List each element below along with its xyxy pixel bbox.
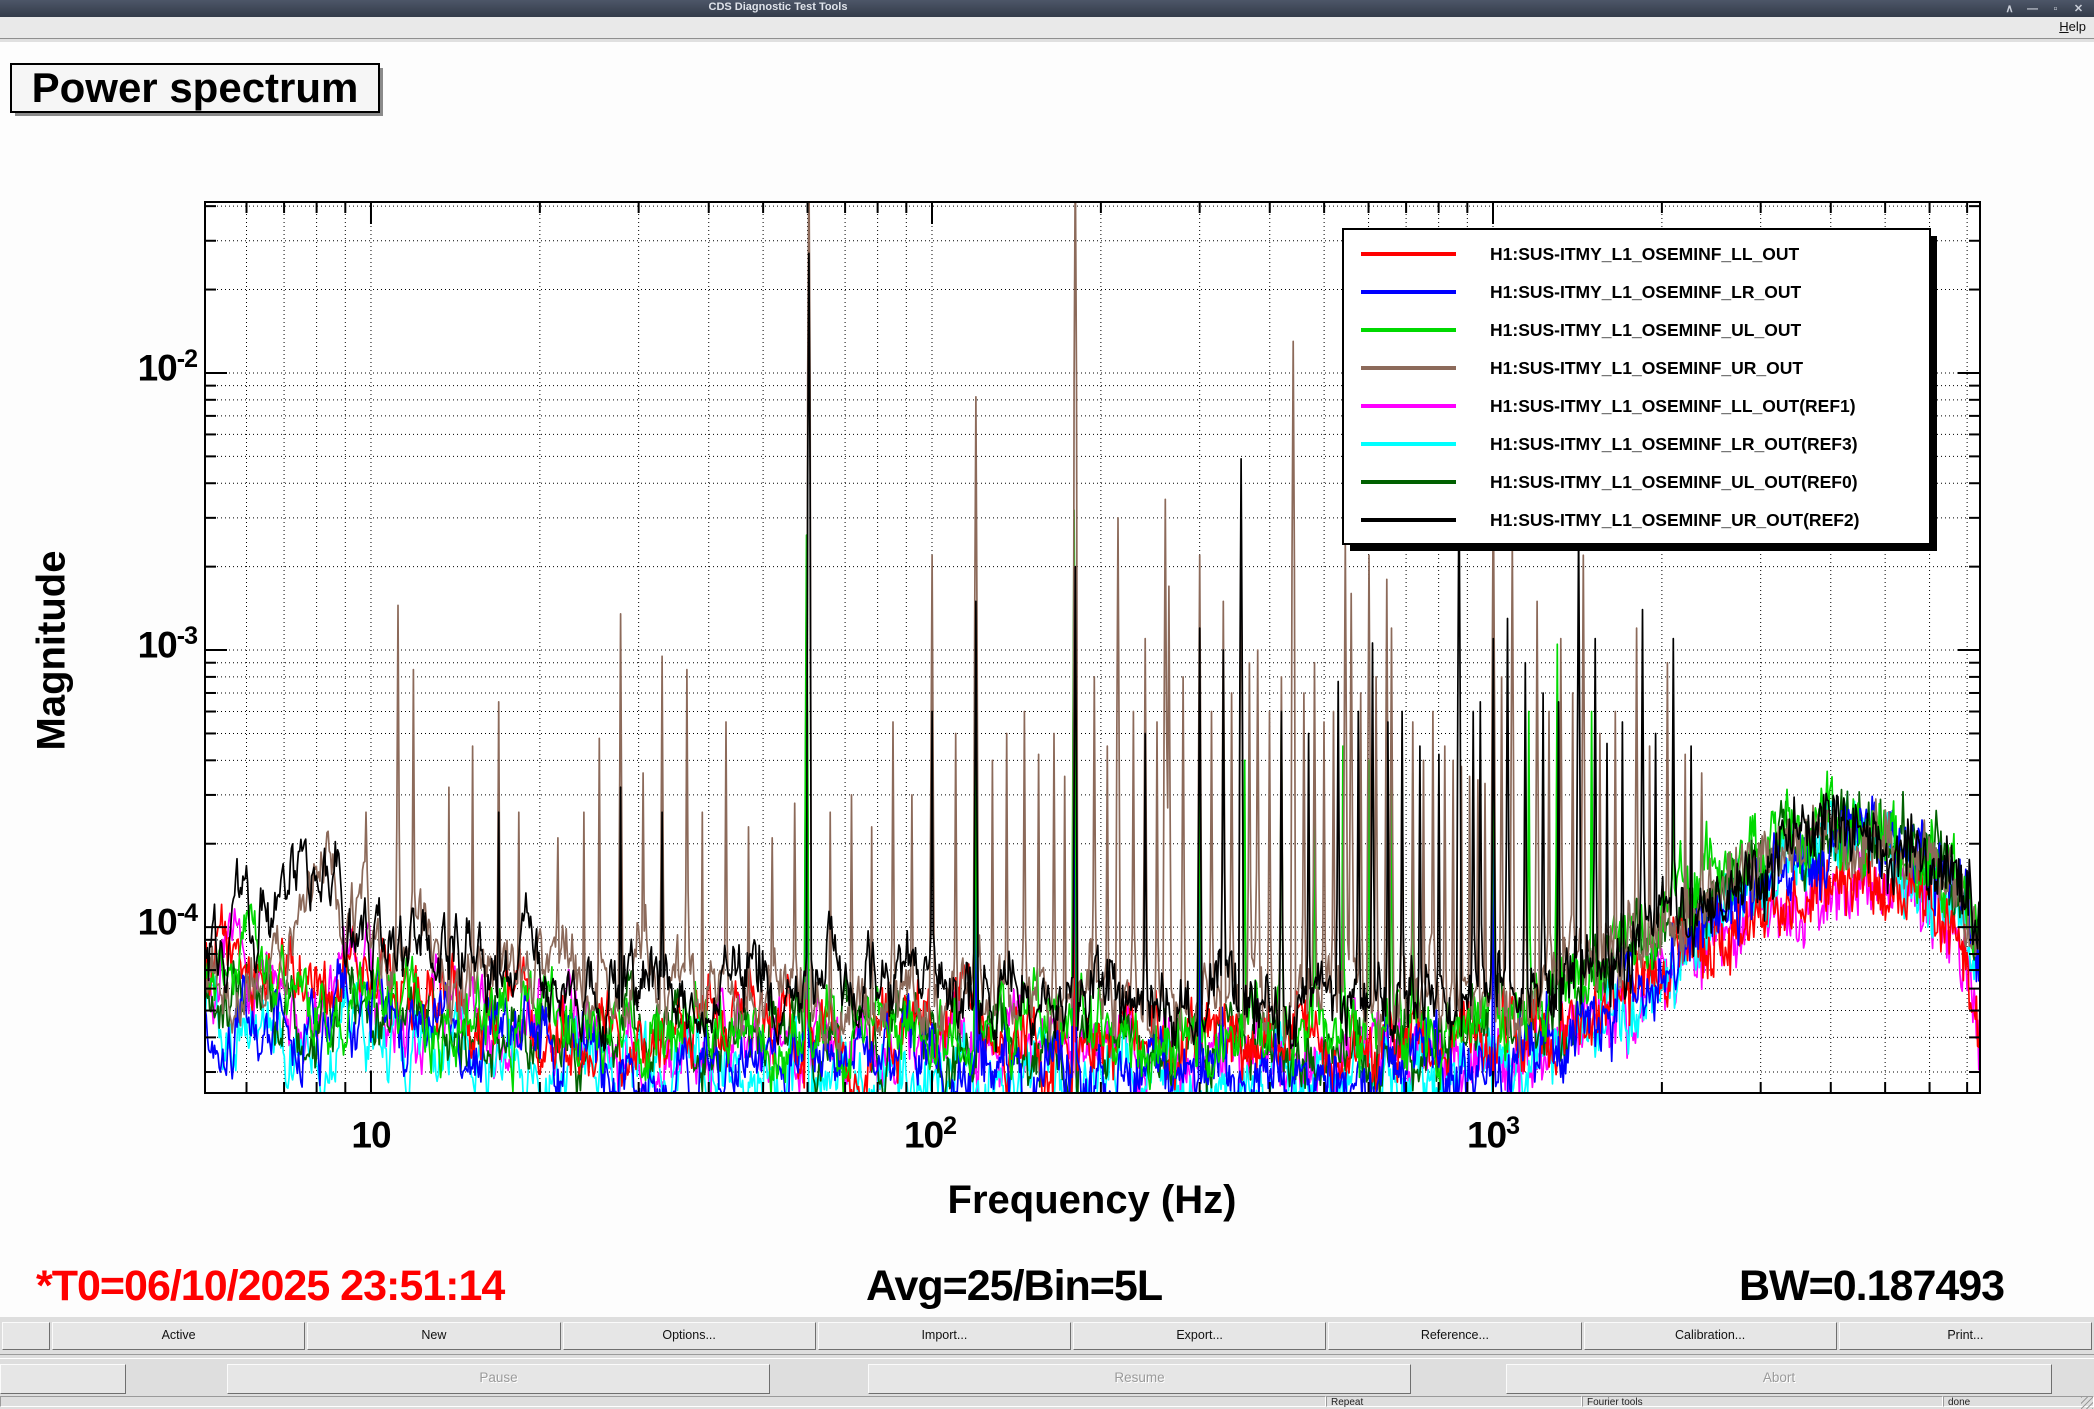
status-field-fourier-tools: Fourier tools: [1582, 1396, 1943, 1407]
legend-label: H1:SUS-ITMY_L1_OSEMINF_LL_OUT(REF1): [1490, 396, 1856, 417]
bottom-toolbar-area: ActiveNewOptions...Import...Export...Ref…: [0, 1317, 2094, 1409]
legend-label: H1:SUS-ITMY_L1_OSEMINF_UR_OUT: [1490, 358, 1803, 379]
bw-text: BW=0.187493: [1739, 1262, 2004, 1311]
x-tick-label-1000: 103: [1443, 1112, 1543, 1156]
legend-line-sample: [1361, 442, 1456, 446]
import-button[interactable]: Import...: [818, 1322, 1071, 1350]
legend-line-sample: [1361, 366, 1456, 370]
toolbar-spacer-button[interactable]: [2, 1322, 50, 1350]
legend-item[interactable]: H1:SUS-ITMY_L1_OSEMINF_UL_OUT: [1344, 311, 1929, 349]
avg-bin-text: Avg=25/Bin=5L: [866, 1262, 1162, 1311]
legend-label: H1:SUS-ITMY_L1_OSEMINF_LR_OUT(REF3): [1490, 434, 1858, 455]
calibration-button[interactable]: Calibration...: [1584, 1322, 1837, 1350]
legend-line-sample: [1361, 404, 1456, 408]
t0-timestamp: *T0=06/10/2025 23:51:14: [36, 1262, 504, 1311]
new-button[interactable]: New: [307, 1322, 560, 1350]
legend-item[interactable]: H1:SUS-ITMY_L1_OSEMINF_LR_OUT: [1344, 273, 1929, 311]
legend-item[interactable]: H1:SUS-ITMY_L1_OSEMINF_LL_OUT: [1344, 235, 1929, 273]
legend-item[interactable]: H1:SUS-ITMY_L1_OSEMINF_UL_OUT(REF0): [1344, 463, 1929, 501]
y-tick-label-1e-2: 10-2: [57, 345, 197, 389]
legend-item[interactable]: H1:SUS-ITMY_L1_OSEMINF_UR_OUT(REF2): [1344, 501, 1929, 539]
x-tick-label-100: 102: [880, 1112, 980, 1156]
pause-button[interactable]: Pause: [227, 1364, 770, 1394]
resume-button[interactable]: Resume: [868, 1364, 1411, 1394]
legend-line-sample: [1361, 290, 1456, 294]
legend-line-sample: [1361, 328, 1456, 332]
status-field-empty: [0, 1396, 1326, 1407]
legend-label: H1:SUS-ITMY_L1_OSEMINF_UL_OUT: [1490, 320, 1801, 341]
y-tick-label-1e-3: 10-3: [57, 622, 197, 666]
status-field-repeat: Repeat: [1326, 1396, 1582, 1407]
plot-canvas[interactable]: Power spectrum 10-2 10-3 10-4 10 102 103…: [0, 42, 2094, 1317]
plot-title-box: Power spectrum: [10, 63, 380, 113]
legend-line-sample: [1361, 480, 1456, 484]
legend-label: H1:SUS-ITMY_L1_OSEMINF_UR_OUT(REF2): [1490, 510, 1860, 531]
y-axis-title: Magnitude: [30, 431, 75, 871]
status-field-done: done: [1943, 1396, 2094, 1407]
export-button[interactable]: Export...: [1073, 1322, 1326, 1350]
options-button[interactable]: Options...: [563, 1322, 816, 1350]
control-spacer-button[interactable]: [0, 1364, 126, 1394]
toolbar-separator: [0, 1354, 2094, 1359]
legend-label: H1:SUS-ITMY_L1_OSEMINF_LR_OUT: [1490, 282, 1801, 303]
legend-line-sample: [1361, 252, 1456, 256]
legend-label: H1:SUS-ITMY_L1_OSEMINF_LL_OUT: [1490, 244, 1799, 265]
toolbar: ActiveNewOptions...Import...Export...Ref…: [0, 1322, 2094, 1348]
x-tick-label-10: 10: [321, 1112, 421, 1156]
reference-button[interactable]: Reference...: [1328, 1322, 1581, 1350]
resize-grip-icon[interactable]: [2081, 1397, 2093, 1409]
y-tick-label-1e-4: 10-4: [57, 899, 197, 943]
legend-item[interactable]: H1:SUS-ITMY_L1_OSEMINF_UR_OUT: [1344, 349, 1929, 387]
legend-item[interactable]: H1:SUS-ITMY_L1_OSEMINF_LR_OUT(REF3): [1344, 425, 1929, 463]
abort-button[interactable]: Abort: [1506, 1364, 2052, 1394]
active-button[interactable]: Active: [52, 1322, 305, 1350]
status-bar: RepeatFourier toolsdone: [0, 1396, 2094, 1409]
plot-title: Power spectrum: [32, 64, 359, 111]
x-axis-title: Frequency (Hz): [842, 1178, 1342, 1223]
plot-legend[interactable]: H1:SUS-ITMY_L1_OSEMINF_LL_OUT H1:SUS-ITMY…: [1342, 228, 1931, 545]
legend-item[interactable]: H1:SUS-ITMY_L1_OSEMINF_LL_OUT(REF1): [1344, 387, 1929, 425]
legend-label: H1:SUS-ITMY_L1_OSEMINF_UL_OUT(REF0): [1490, 472, 1858, 493]
legend-line-sample: [1361, 518, 1456, 522]
print-button[interactable]: Print...: [1839, 1322, 2092, 1350]
